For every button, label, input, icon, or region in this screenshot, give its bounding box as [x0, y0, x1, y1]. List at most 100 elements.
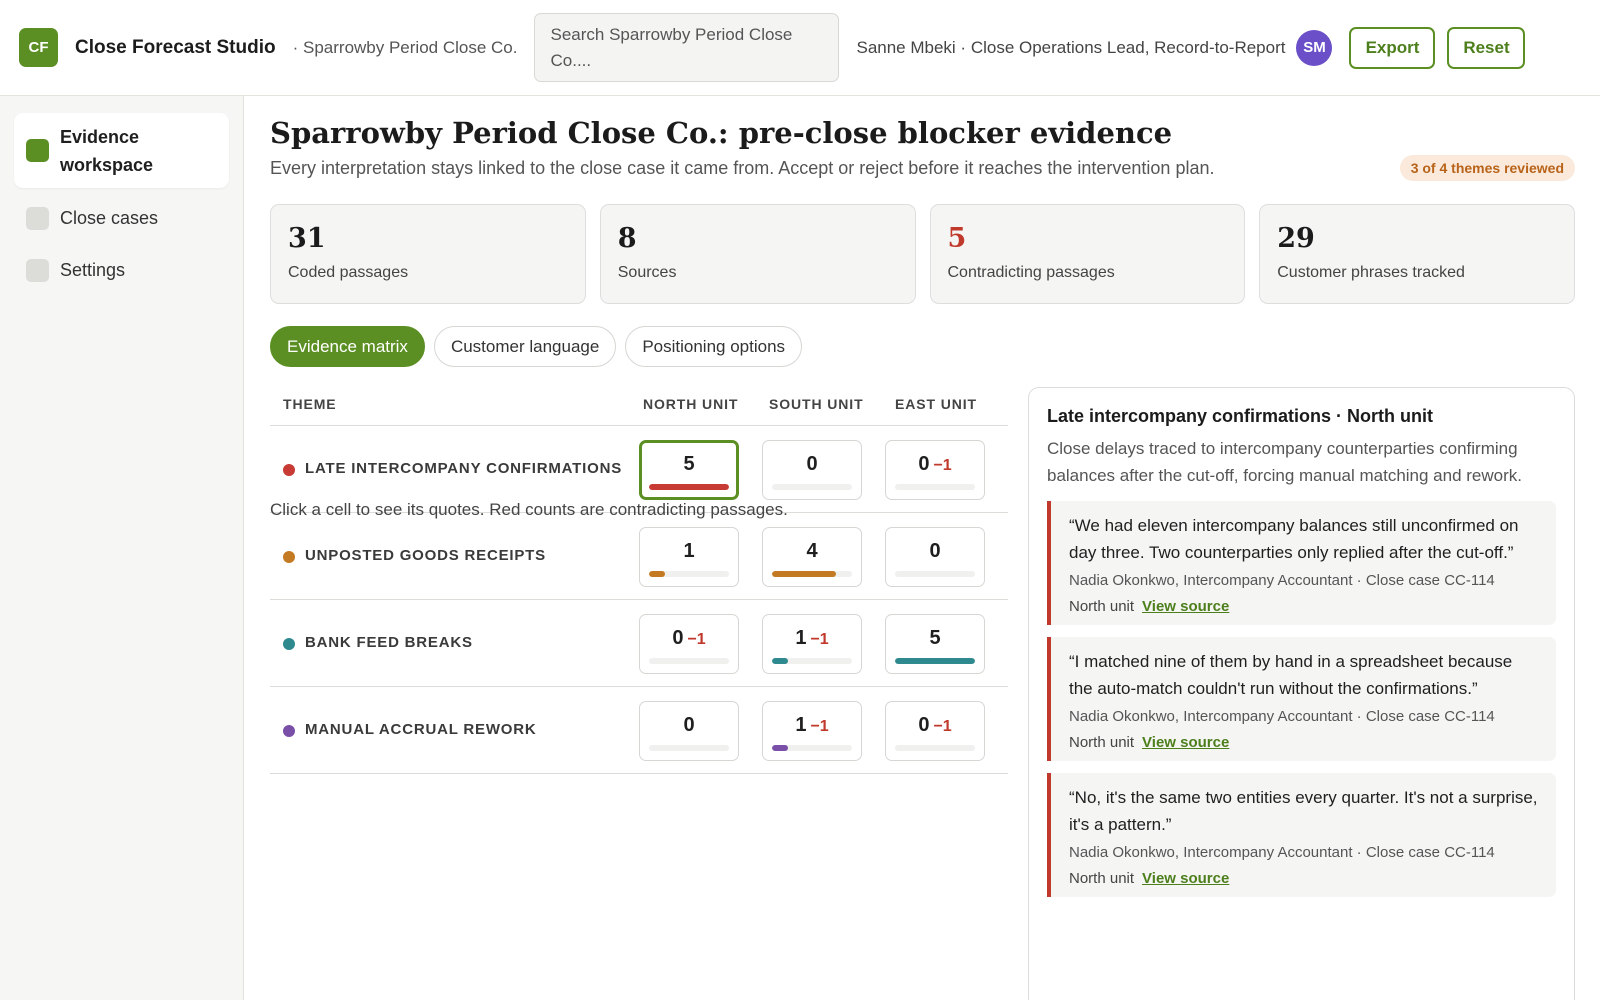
stat-value: 29: [1277, 223, 1315, 254]
matrix-cell-east-unit[interactable]: 0 −1: [885, 440, 985, 500]
matrix-cell-north-unit[interactable]: 5: [639, 440, 739, 500]
tab-evidence-matrix[interactable]: Evidence matrix: [270, 326, 425, 367]
matrix-cell-south-unit[interactable]: 4: [762, 527, 862, 587]
stat-value: 5: [947, 223, 967, 254]
view-source-link[interactable]: View source: [1142, 870, 1229, 887]
cell-value: 0: [640, 714, 738, 737]
stat-label: Customer phrases tracked: [1277, 264, 1465, 281]
nav-square-icon: [26, 139, 49, 162]
contradiction-count: −1: [933, 718, 952, 735]
stats-row: 31 Coded passages 8 Sources 5 Contradict…: [270, 204, 1575, 304]
sidebar-item-evidence-workspace[interactable]: Evidence workspace: [14, 113, 229, 188]
quote-footer: North unit View source: [1069, 734, 1538, 751]
stat-card-sources: 8 Sources: [599, 204, 916, 304]
cell-value: 0: [886, 540, 984, 563]
passage-count: 0: [929, 540, 941, 562]
cell-value: 5: [642, 453, 736, 476]
cell-value: 0 −1: [886, 714, 984, 737]
count-bar-track: [772, 571, 852, 577]
nav-square-icon: [26, 258, 49, 282]
stat-label: Coded passages: [288, 264, 409, 281]
column-header-north-unit: NORTH UNIT: [643, 396, 739, 412]
count-bar-track: [649, 658, 729, 664]
count-bar-track: [895, 658, 975, 664]
evidence-matrix: THEME NORTH UNIT SOUTH UNIT EAST UNIT La…: [270, 386, 1008, 774]
count-bar-track: [772, 658, 852, 664]
matrix-cell-south-unit[interactable]: 0: [762, 440, 862, 500]
sidebar-item-close-cases[interactable]: Close cases: [14, 196, 229, 240]
count-bar-track: [772, 745, 852, 751]
quote-unit: North unit: [1069, 734, 1135, 751]
column-header-theme: THEME: [283, 396, 337, 412]
export-button[interactable]: Export: [1349, 26, 1436, 69]
contradiction-count: −1: [933, 457, 952, 474]
contradiction-count: −1: [810, 718, 829, 735]
passage-count: 0: [918, 453, 930, 475]
stat-value: 31: [288, 223, 326, 254]
count-bar-fill: [772, 571, 836, 577]
stat-card-contradicting-passages: 5 Contradicting passages: [929, 204, 1246, 304]
passage-count: 1: [683, 540, 695, 562]
user-info: Sanne Mbeki · Close Operations Lead, Rec…: [856, 37, 1286, 57]
matrix-header: THEME NORTH UNIT SOUTH UNIT EAST UNIT: [270, 386, 1008, 426]
tab-customer-language[interactable]: Customer language: [433, 326, 617, 367]
column-header-east-unit: EAST UNIT: [895, 396, 977, 412]
app-name: Close Forecast Studio: [75, 36, 276, 58]
matrix-cell-east-unit[interactable]: 0 −1: [885, 701, 985, 761]
stat-card-customer-phrases: 29 Customer phrases tracked: [1259, 204, 1575, 304]
count-bar-fill: [772, 658, 788, 664]
stat-label: Contradicting passages: [947, 264, 1115, 281]
reset-button[interactable]: Reset: [1447, 26, 1526, 69]
theme-color-dot: [283, 725, 295, 737]
count-bar-fill: [772, 745, 788, 751]
page-title: Sparrowby Period Close Co.: pre-close bl…: [270, 116, 1173, 150]
theme-name: Unposted goods receipts: [305, 547, 546, 564]
quote-text: “We had eleven intercompany balances sti…: [1069, 516, 1519, 562]
app-logo: CF: [19, 28, 58, 67]
matrix-cell-east-unit[interactable]: 0: [885, 527, 985, 587]
cell-value: 5: [886, 627, 984, 650]
quote-unit: North unit: [1069, 870, 1135, 887]
count-bar-fill: [895, 658, 975, 664]
matrix-hint: Click a cell to see its quotes. Red coun…: [270, 500, 788, 519]
matrix-cell-north-unit[interactable]: 1: [639, 527, 739, 587]
sidebar-item-label: Close cases: [60, 207, 159, 228]
tab-positioning-options[interactable]: Positioning options: [625, 326, 803, 367]
theme-name: Late intercompany confirmations: [305, 460, 623, 477]
quote-text: “No, it's the same two entities every qu…: [1069, 788, 1538, 834]
quote-card: “No, it's the same two entities every qu…: [1047, 773, 1556, 897]
matrix-cell-north-unit[interactable]: 0 −1: [639, 614, 739, 674]
theme-color-dot: [283, 638, 295, 650]
sidebar-item-label: Settings: [60, 259, 126, 280]
contradiction-count: −1: [687, 631, 706, 648]
view-tabs: Evidence matrix Customer language Positi…: [270, 326, 803, 367]
view-source-link[interactable]: View source: [1142, 598, 1229, 615]
search-input[interactable]: Search Sparrowby Period Close Co....: [534, 13, 840, 82]
avatar[interactable]: SM: [1296, 29, 1333, 66]
quote-card: “We had eleven intercompany balances sti…: [1047, 501, 1556, 625]
cell-value: 1 −1: [763, 714, 861, 737]
matrix-row: Unposted goods receipts 1 4 0: [270, 513, 1008, 600]
matrix-row: Bank feed breaks 0 −1 1 −1 5: [270, 600, 1008, 687]
count-bar-track: [895, 571, 975, 577]
count-bar-track: [649, 745, 729, 751]
theme-color-dot: [283, 464, 295, 476]
passage-count: 0: [683, 714, 695, 736]
count-bar-track: [649, 571, 729, 577]
matrix-row: Manual accrual rework 0 1 −1 0 −1: [270, 687, 1008, 774]
nav-square-icon: [26, 206, 49, 230]
passage-count: 0: [918, 714, 930, 736]
sidebar-item-settings[interactable]: Settings: [14, 248, 229, 292]
sidebar: Evidence workspace Close cases Settings: [0, 96, 244, 1000]
stat-value: 8: [617, 223, 637, 254]
quote-attribution: Nadia Okonkwo, Intercompany Accountant ·…: [1069, 708, 1495, 725]
view-source-link[interactable]: View source: [1142, 734, 1229, 751]
matrix-cell-south-unit[interactable]: 1 −1: [762, 614, 862, 674]
cell-value: 0: [763, 453, 861, 476]
matrix-cell-east-unit[interactable]: 5: [885, 614, 985, 674]
sidebar-item-label: Evidence workspace: [60, 126, 154, 175]
matrix-cell-north-unit[interactable]: 0: [639, 701, 739, 761]
matrix-cell-south-unit[interactable]: 1 −1: [762, 701, 862, 761]
theme-color-dot: [283, 551, 295, 563]
quote-footer: North unit View source: [1069, 870, 1538, 887]
